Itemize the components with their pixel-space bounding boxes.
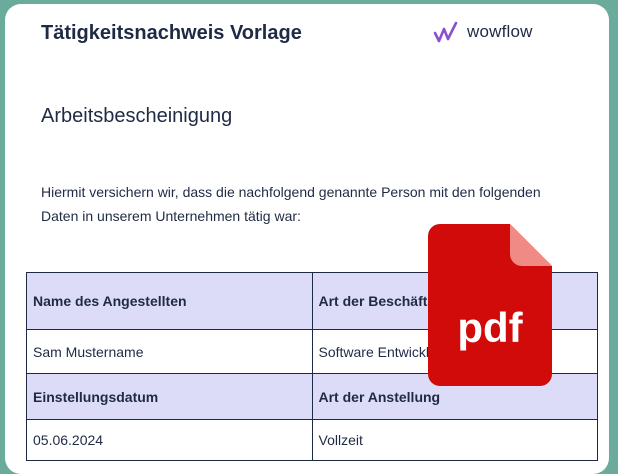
brand-name: wowflow xyxy=(467,22,533,41)
pdf-label: pdf xyxy=(457,304,523,351)
table-header-cell: Einstellungsdatum xyxy=(26,373,313,420)
table-row: 05.06.2024 Vollzeit xyxy=(26,419,598,461)
table-cell: Vollzeit xyxy=(311,419,598,461)
section-title: Arbeitsbescheinigung xyxy=(41,105,233,127)
intro-paragraph: Hiermit versichern wir, dass die nachfol… xyxy=(41,184,541,224)
document-title: Tätigkeitsnachweis Vorlage xyxy=(41,22,302,44)
wowflow-logo-icon xyxy=(433,21,458,43)
pdf-file-icon: pdf xyxy=(428,224,552,386)
table-cell: 05.06.2024 xyxy=(26,419,313,461)
brand-logo: wowflow xyxy=(433,21,533,43)
table-cell: Sam Mustername xyxy=(26,329,313,374)
table-header-cell: Name des Angestellten xyxy=(26,272,313,330)
